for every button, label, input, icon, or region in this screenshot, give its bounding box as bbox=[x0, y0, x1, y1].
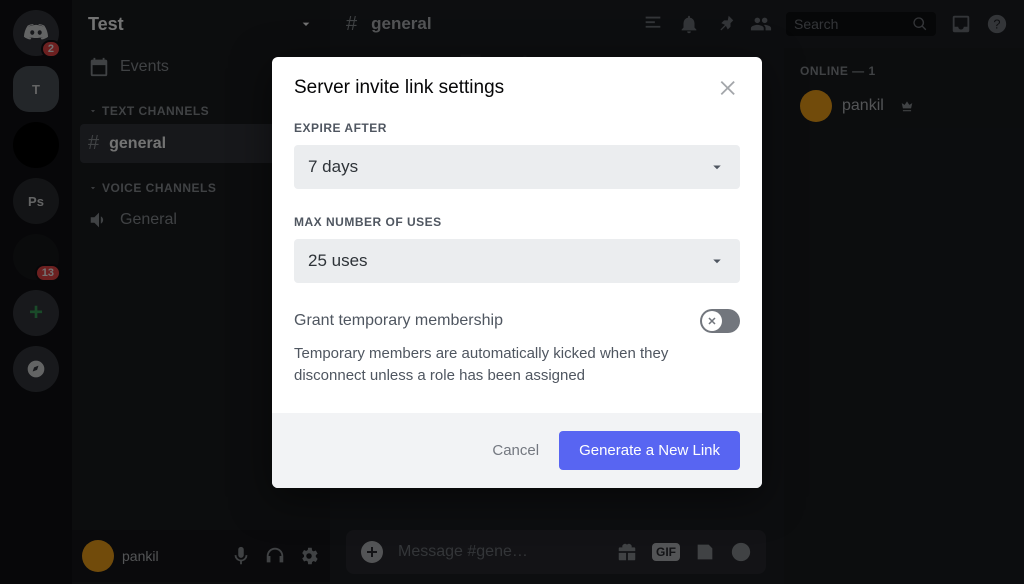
chevron-down-icon bbox=[708, 158, 726, 176]
close-button[interactable] bbox=[718, 77, 740, 99]
invite-settings-modal: Server invite link settings EXPIRE AFTER… bbox=[272, 57, 762, 488]
temp-membership-label: Grant temporary membership bbox=[294, 312, 503, 330]
expire-select[interactable]: 7 days bbox=[294, 145, 740, 189]
chevron-down-icon bbox=[708, 252, 726, 270]
temp-membership-toggle[interactable] bbox=[700, 309, 740, 333]
uses-value: 25 uses bbox=[308, 251, 368, 271]
temp-membership-desc: Temporary members are automatically kick… bbox=[294, 343, 740, 387]
uses-select[interactable]: 25 uses bbox=[294, 239, 740, 283]
expire-label: EXPIRE AFTER bbox=[294, 121, 740, 135]
modal-title: Server invite link settings bbox=[294, 77, 504, 99]
uses-label: MAX NUMBER OF USES bbox=[294, 215, 740, 229]
generate-link-button[interactable]: Generate a New Link bbox=[559, 431, 740, 470]
cancel-button[interactable]: Cancel bbox=[492, 442, 539, 459]
expire-value: 7 days bbox=[308, 157, 358, 177]
close-icon bbox=[718, 77, 740, 99]
